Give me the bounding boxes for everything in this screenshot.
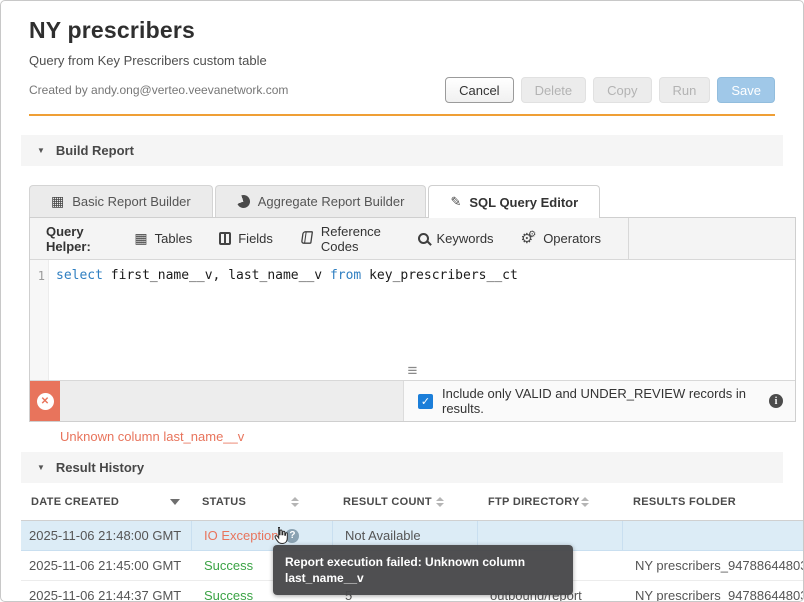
- sort-icon[interactable]: [581, 496, 589, 507]
- helper-item-label: Reference Codes: [320, 223, 381, 254]
- helper-fields-button[interactable]: Fields: [219, 231, 273, 246]
- sql-code-editor: 1 select first_name__v, last_name__v fro…: [30, 260, 795, 380]
- validation-row: ✕ ✓ Include only VALID and UNDER_REVIEW …: [30, 380, 795, 421]
- cancel-button[interactable]: Cancel: [445, 77, 514, 103]
- gears-icon: ⚙⚙: [520, 230, 537, 247]
- valid-records-checkbox[interactable]: ✓: [418, 393, 433, 409]
- page-header: NY prescribers Query from Key Prescriber…: [1, 1, 803, 116]
- pencil-icon: ✎: [450, 194, 462, 210]
- tab-label: Aggregate Report Builder: [257, 194, 405, 209]
- records-filter-area: ✓ Include only VALID and UNDER_REVIEW re…: [404, 381, 795, 421]
- column-header-result-count[interactable]: RESULT COUNT: [333, 483, 478, 520]
- tab-sql-query-editor[interactable]: ✎ SQL Query Editor: [428, 185, 601, 218]
- info-icon[interactable]: i: [769, 394, 783, 408]
- report-builder-tabs: ▦ Basic Report Builder Aggregate Report …: [29, 185, 796, 218]
- book-icon: [299, 230, 316, 248]
- sort-desc-icon[interactable]: [170, 498, 180, 505]
- cell-results-folder: [623, 521, 803, 550]
- query-helper-bar: Query Helper: ▦ Tables Fields Reference …: [30, 218, 795, 260]
- helper-item-label: Keywords: [436, 231, 494, 246]
- collapse-icon: ▼: [37, 146, 45, 155]
- sql-editor-panel: Query Helper: ▦ Tables Fields Reference …: [29, 218, 796, 422]
- helper-reference-codes-button[interactable]: Reference Codes: [300, 224, 392, 254]
- page-subtitle: Query from Key Prescribers custom table: [29, 53, 267, 68]
- column-header-results-folder[interactable]: RESULTS FOLDER: [623, 483, 803, 520]
- columns-icon: [219, 232, 232, 245]
- column-header-status[interactable]: STATUS: [192, 483, 333, 520]
- table-grid-icon: ▦: [51, 193, 65, 210]
- query-helper-label: Query Helper:: [46, 223, 91, 254]
- sort-icon[interactable]: [291, 496, 299, 507]
- accent-divider: [29, 114, 775, 116]
- table-grid-icon: ▦: [134, 230, 148, 247]
- tab-aggregate-report-builder[interactable]: Aggregate Report Builder: [214, 185, 427, 217]
- section-title: Build Report: [55, 143, 134, 158]
- helper-operators-button[interactable]: ⚙⚙ Operators: [520, 230, 601, 247]
- created-by-text: Created by andy.ong@verteo.veevanetwork.…: [29, 83, 289, 97]
- cell-results-folder: NY prescribers_9478864480329: [635, 588, 804, 602]
- line-number: 1: [37, 269, 45, 283]
- error-tooltip: Report execution failed: Unknown column …: [273, 545, 573, 595]
- validation-spacer: [60, 381, 404, 421]
- editor-gutter: 1: [30, 260, 49, 380]
- helper-item-label: Fields: [238, 231, 273, 246]
- helper-item-label: Tables: [154, 231, 193, 246]
- helper-keywords-button[interactable]: Keywords: [418, 231, 494, 246]
- error-circle-icon: ✕: [36, 392, 54, 410]
- result-history-section-header[interactable]: ▼ Result History: [21, 452, 783, 483]
- report-page: NY prescribers Query from Key Prescriber…: [0, 0, 804, 602]
- delete-button[interactable]: Delete: [520, 77, 587, 103]
- save-button[interactable]: Save: [717, 77, 775, 103]
- cell-date: 2025-11-06 21:45:00 GMT: [29, 558, 182, 573]
- tooltip-line: last_name__v: [285, 571, 364, 585]
- collapse-icon: ▼: [37, 463, 45, 472]
- tab-label: Basic Report Builder: [72, 194, 191, 209]
- run-button[interactable]: Run: [658, 77, 711, 103]
- search-icon: [418, 233, 430, 244]
- error-badge: ✕: [30, 381, 60, 421]
- table-header-row: DATE CREATED STATUS RESULT COUNT FTP DIR…: [21, 483, 803, 521]
- sql-code-input[interactable]: select first_name__v, last_name__v from …: [49, 260, 795, 380]
- tab-label: SQL Query Editor: [469, 194, 579, 210]
- cell-date: 2025-11-06 21:44:37 GMT: [29, 588, 182, 602]
- helper-tables-button[interactable]: ▦ Tables: [134, 231, 192, 246]
- cell-results-folder: NY prescribers_9478864480329: [635, 558, 804, 573]
- tab-basic-report-builder[interactable]: ▦ Basic Report Builder: [29, 185, 213, 217]
- cell-date: 2025-11-06 21:48:00 GMT: [21, 521, 192, 550]
- sort-icon[interactable]: [436, 496, 444, 507]
- section-title: Result History: [55, 460, 145, 475]
- pie-chart-icon: [234, 193, 252, 210]
- build-report-section-header[interactable]: ▼ Build Report: [21, 135, 783, 166]
- page-title: NY prescribers: [29, 17, 196, 43]
- resize-handle-icon[interactable]: ≡: [408, 362, 418, 379]
- tooltip-line: Report execution failed: Unknown column: [285, 555, 526, 569]
- column-header-ftp-directory[interactable]: FTP DIRECTORY: [478, 483, 623, 520]
- header-actions: Cancel Delete Copy Run Save: [445, 77, 775, 103]
- copy-button[interactable]: Copy: [593, 77, 652, 103]
- checkbox-label: Include only VALID and UNDER_REVIEW reco…: [442, 386, 746, 416]
- helper-item-label: Operators: [543, 231, 601, 246]
- validation-error-text: Unknown column last_name__v: [60, 429, 245, 444]
- cursor-hand-icon: [274, 527, 288, 545]
- column-header-date-created[interactable]: DATE CREATED: [21, 483, 192, 520]
